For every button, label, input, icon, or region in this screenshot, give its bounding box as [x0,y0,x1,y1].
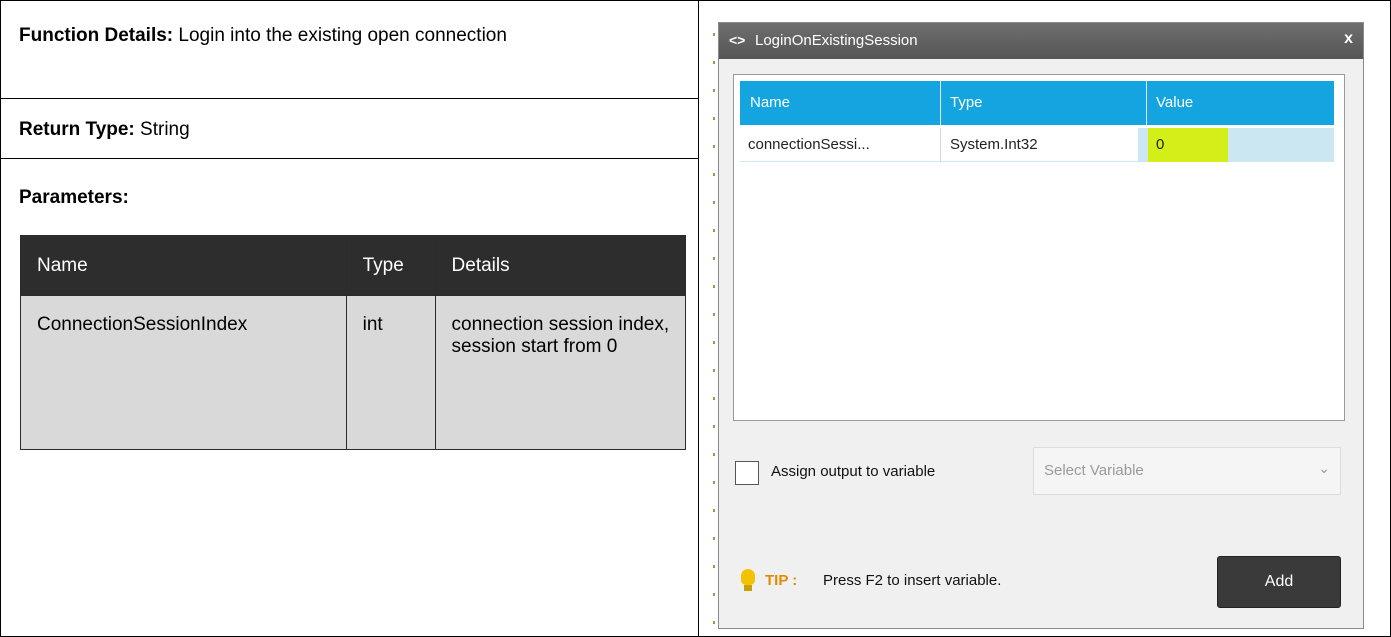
parameters-table: Name Type Details ConnectionSessionIndex… [20,235,687,450]
code-icon: <> [729,32,746,48]
close-icon[interactable]: x [1344,30,1353,48]
param-header-details: Details [434,235,687,296]
grid-cell-type: System.Int32 [950,136,1038,153]
column-divider [698,1,699,637]
parameters-label: Parameters: [19,187,129,208]
return-type-text: String [134,119,190,140]
param-header-name: Name [20,235,347,296]
grid-row-divider [940,128,941,162]
dotted-edge-decoration [713,33,715,628]
grid-header-divider [940,81,941,125]
function-details-text: Login into the existing open connection [173,25,507,46]
function-details-label: Function Details: [19,25,174,46]
grid-header-row: Name Type Value [740,81,1334,125]
tip-text: Press F2 to insert variable. [823,572,1002,589]
grid-header-value[interactable]: Value [1156,94,1193,111]
param-type-cell: int [345,295,436,450]
return-type-label: Return Type: [19,119,135,140]
dialog-title-bar[interactable]: <> LoginOnExistingSession x [719,23,1363,59]
assign-output-checkbox[interactable] [735,461,759,485]
select-variable-value: Select Variable [1044,462,1144,479]
param-details-cell: connection session index, session start … [434,295,687,450]
assign-output-label: Assign output to variable [771,463,936,480]
table-row[interactable]: connectionSessi... System.Int32 0 [740,128,1334,162]
grid-cell-name: connectionSessi... [748,136,870,153]
return-type-cell: Return Type: String [1,99,698,159]
grid-header-divider [1146,81,1147,125]
grid-header-type[interactable]: Type [950,94,983,111]
parameters-header-row: Name Type Details [20,235,687,296]
add-button[interactable]: Add [1217,556,1341,608]
table-row: ConnectionSessionIndex int connection se… [20,295,687,450]
grid-cell-value[interactable]: 0 [1156,136,1164,153]
param-header-type: Type [345,235,436,296]
parameter-grid: Name Type Value connectionSessi... Syste… [733,74,1345,421]
chevron-down-icon: ⌄ [1318,460,1330,476]
grid-header-name[interactable]: Name [750,94,790,111]
document-table: Function Details: Login into the existin… [0,0,1391,637]
tip-label: TIP : [765,572,798,589]
lightbulb-icon [741,569,755,593]
function-details-cell: Function Details: Login into the existin… [1,1,698,99]
param-name-cell: ConnectionSessionIndex [20,295,347,450]
select-variable-dropdown[interactable]: Select Variable ⌄ [1033,447,1341,495]
dialog-title: LoginOnExistingSession [755,32,918,49]
login-dialog: <> LoginOnExistingSession x Name Type Va… [718,22,1364,629]
